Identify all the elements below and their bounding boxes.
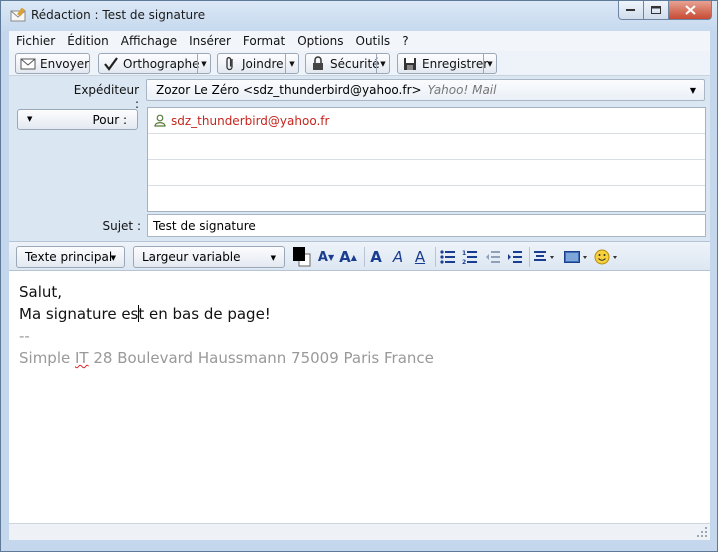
signature-separator: -- [19,327,30,345]
title-bar[interactable]: Rédaction : Test de signature [1,1,717,31]
svg-text:2: 2 [462,259,466,265]
outdent-icon[interactable] [485,249,501,265]
paragraph-style-select[interactable]: Texte principal ▼ [16,246,125,268]
decrease-font-size-icon[interactable]: A ▼ [318,249,334,265]
attach-label: Joindre [242,56,284,71]
sender-account: Yahoo! Mail [427,83,497,97]
minimize-icon [626,9,635,11]
spelling-button[interactable]: Orthographe ▼ [98,53,211,74]
body-line: Salut, [19,283,63,301]
recipient-row-empty[interactable] [148,134,705,160]
underline-icon[interactable]: A [412,248,428,266]
maximize-icon [650,5,661,14]
recipient-row[interactable]: sdz_thunderbird@yahoo.fr [148,108,705,134]
spelling-dropdown-arrow[interactable]: ▼ [197,54,210,73]
body-text: t en bas de page! [138,305,271,323]
subject-value: Test de signature [153,218,256,233]
save-button[interactable]: Enregistrer ▼ [397,53,497,74]
send-button[interactable]: Envoyer [15,53,90,74]
horizontal-scrollbar[interactable] [9,523,710,540]
message-body-editor[interactable]: Salut, Ma signature est en bas de page! … [9,271,710,523]
security-dropdown-arrow[interactable]: ▼ [376,54,389,73]
menu-help[interactable]: ? [402,34,408,48]
contact-icon [154,114,166,127]
chevron-down-icon: ▼ [27,115,33,123]
increase-font-size-icon[interactable]: A ▲ [339,248,357,266]
lock-icon [310,56,326,72]
menu-inserer[interactable]: Insérer [189,34,231,48]
signature-text: Simple IT 28 Boulevard Haussmann 75009 P… [19,347,700,369]
menu-affichage[interactable]: Affichage [121,34,177,48]
text-color-icon[interactable] [293,246,311,268]
send-icon [20,56,36,72]
signature-address: 28 Boulevard Haussmann 75009 Paris Franc… [88,349,434,367]
window-title: Rédaction : Test de signature [31,8,206,22]
menu-outils[interactable]: Outils [356,34,391,48]
close-button[interactable] [669,1,712,20]
compose-window: Rédaction : Test de signature Fichier Éd… [0,0,718,552]
signature-word: Simple [19,349,71,367]
sender-label: Expéditeur : [73,83,139,111]
status-bar [9,540,710,548]
subject-label: Sujet : [102,219,141,233]
attach-button[interactable]: Joindre ▼ [217,53,299,74]
close-icon [684,5,696,15]
save-label: Enregistrer [422,56,489,71]
menu-options[interactable]: Options [297,34,343,48]
resize-grip-icon[interactable] [696,526,708,538]
menu-format[interactable]: Format [243,34,285,48]
font-select[interactable]: Largeur variable ▼ [133,246,285,268]
subject-input[interactable]: Test de signature [147,214,706,237]
misspelled-word: IT [75,349,89,367]
recipient-list[interactable]: sdz_thunderbird@yahoo.fr [147,107,706,212]
paperclip-icon [222,56,238,72]
recipient-type-select[interactable]: ▼ Pour : [17,109,138,130]
save-dropdown-arrow[interactable]: ▼ [483,54,496,73]
security-button[interactable]: Sécurité ▼ [305,53,390,74]
recipient-row-empty[interactable] [148,186,705,212]
numbered-list-icon[interactable]: 12 [462,249,478,265]
toolbar-separator [529,247,530,267]
recipient-address[interactable]: sdz_thunderbird@yahoo.fr [171,114,329,128]
recipient-row-empty[interactable] [148,160,705,186]
sender-value: Zozor Le Zéro <sdz_thunderbird@yahoo.fr> [156,83,422,97]
body-line: Ma signature est en bas de page! [19,303,700,325]
menu-edition[interactable]: Édition [67,34,109,48]
font-value: Largeur variable [142,250,241,264]
chevron-down-icon: ▼ [270,254,276,262]
bullet-list-icon[interactable] [440,249,456,265]
toolbar-separator [364,247,365,267]
window-controls [618,1,712,21]
bold-icon[interactable]: A [368,248,384,266]
sender-select[interactable]: Zozor Le Zéro <sdz_thunderbird@yahoo.fr>… [146,79,705,101]
toolbar-separator [435,247,436,267]
smiley-icon[interactable] [594,249,620,265]
floppy-disk-icon [402,56,418,72]
attach-dropdown-arrow[interactable]: ▼ [285,54,298,73]
to-label: Pour : [92,113,127,127]
minimize-button[interactable] [618,1,644,20]
align-icon[interactable] [534,249,558,265]
menu-bar: Fichier Édition Affichage Insérer Format… [9,31,710,51]
format-toolbar: Texte principal ▼ Largeur variable ▼ A ▼ … [9,241,710,271]
checkmark-icon [103,56,119,72]
send-label: Envoyer [40,56,90,71]
compose-toolbar: Envoyer Orthographe ▼ Joindre ▼ Sécurité… [9,51,710,76]
chevron-down-icon: ▼ [689,86,696,95]
indent-icon[interactable] [507,249,523,265]
svg-text:1: 1 [462,250,466,257]
insert-image-icon[interactable] [564,249,590,265]
paragraph-style-value: Texte principal [25,250,113,264]
spelling-label: Orthographe [123,56,200,71]
body-text: Ma signature es [19,305,139,323]
italic-icon[interactable]: A [390,248,406,266]
menu-fichier[interactable]: Fichier [16,34,55,48]
message-header: Expéditeur : Zozor Le Zéro <sdz_thunderb… [9,76,710,241]
security-label: Sécurité [330,56,380,71]
compose-icon [10,7,26,22]
maximize-button[interactable] [644,1,669,20]
chevron-down-icon: ▼ [110,254,116,262]
